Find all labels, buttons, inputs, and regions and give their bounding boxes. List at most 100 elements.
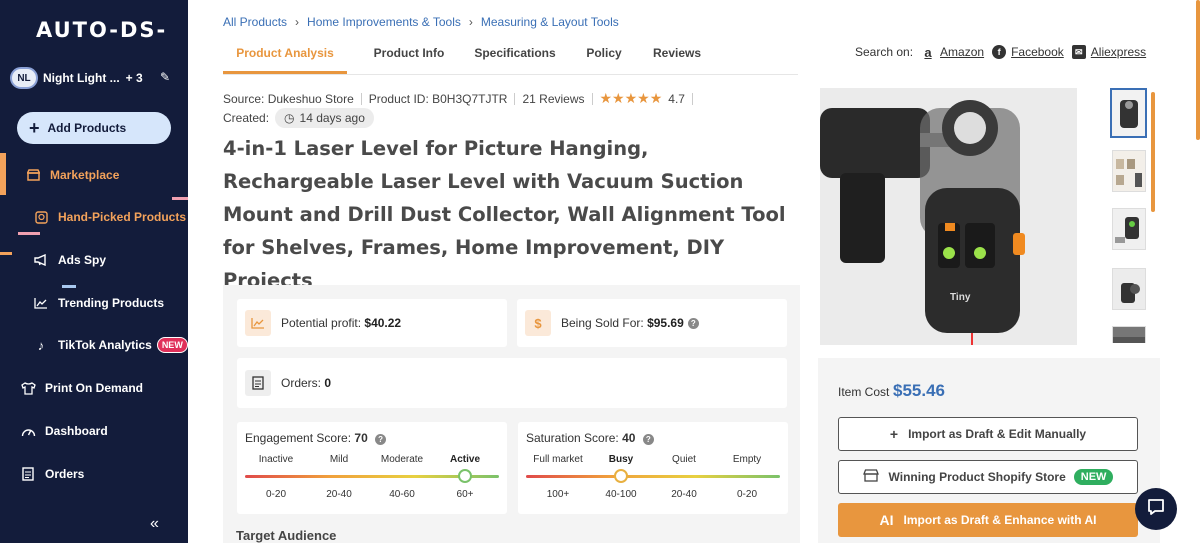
sidebar-item-label: Print On Demand [45,381,144,395]
product-main-image[interactable]: Tiny [820,88,1077,345]
sidebar-item-label: Ads Spy [58,253,107,267]
tab-policy[interactable]: Policy [559,44,649,74]
chat-icon [1146,497,1166,522]
help-icon[interactable]: ? [687,317,699,329]
star-rating-icon: ★★★★★ [599,90,663,106]
sidebar-item-label: Trending Products [58,296,165,310]
product-meta: Source: Dukeshuo Store Product ID: B0H3Q… [223,90,700,107]
engagement-title-label: Engagement Score: [245,431,352,445]
sold-value: $95.69 [647,316,684,330]
aliexpress-link[interactable]: ✉ Aliexpress [1071,45,1146,59]
sidebar-item-label: Marketplace [50,168,120,182]
saturation-bar [526,475,780,478]
tab-product-info[interactable]: Product Info [347,44,471,74]
receipt-icon [245,370,271,396]
sidebar-item-ads-spy[interactable]: Ads Spy [0,245,188,275]
new-badge: NEW [1073,469,1114,485]
gauge-icon [19,425,37,437]
product-id: Product ID: B0H3Q7TJTR [368,91,508,106]
saturation-range: 100+ [546,489,570,500]
enhance-ai-label: Import as Draft & Enhance with AI [903,513,1097,527]
amazon-icon: a [924,44,932,60]
add-products-button[interactable]: + Add Products [17,112,171,144]
saturation-range: 0-20 [736,489,758,500]
created-value: 14 days ago [299,111,365,125]
megaphone-icon [32,254,50,266]
store-count: + 3 [125,71,143,85]
target-audience-heading: Target Audience [236,528,337,543]
engagement-title: Engagement Score: 70 ? [245,431,387,445]
shopify-store-button[interactable]: Winning Product Shopify Store NEW [838,460,1138,494]
engagement-range: 0-20 [265,489,287,500]
tab-product-analysis[interactable]: Product Analysis [223,44,347,74]
enhance-ai-button[interactable]: AI Import as Draft & Enhance with AI [838,503,1138,537]
chart-icon [245,310,271,336]
engagement-level-label: Mild [329,454,349,465]
sidebar-item-label: Orders [45,467,85,481]
saturation-level-label: Quiet [672,454,696,465]
import-draft-label: Import as Draft & Edit Manually [908,427,1087,441]
created-row: Created: ◷ 14 days ago [223,108,374,128]
thumbnail[interactable] [1112,208,1146,250]
aliexpress-icon: ✉ [1071,45,1086,59]
sidebar-item-tiktok[interactable]: ♪ TikTok Analytics NEW [0,330,188,360]
breadcrumb-item[interactable]: Home Improvements & Tools [307,15,461,29]
tab-specifications[interactable]: Specifications [471,44,559,74]
created-label: Created: [223,111,270,125]
saturation-range: 20-40 [671,489,697,500]
rating-value: 4.7 [668,91,685,106]
help-icon[interactable]: ? [375,434,387,445]
chevron-right-icon: › [468,15,473,29]
orders-icon [19,467,37,481]
image-thumbnails [1110,88,1150,343]
decoration [172,197,188,200]
divider [514,92,516,105]
sidebar-item-trending[interactable]: Trending Products [0,288,188,318]
facebook-icon: f [992,45,1007,59]
sidebar-item-print-on-demand[interactable]: Print On Demand [0,373,188,403]
amazon-link[interactable]: a Amazon [921,44,985,60]
facebook-link[interactable]: f Facebook [992,45,1064,59]
chevron-right-icon: › [295,15,300,29]
amazon-label: Amazon [940,45,985,59]
badge-icon [32,210,50,224]
edit-icon[interactable]: ✎ [160,70,170,84]
page-scrollbar[interactable] [1196,0,1200,140]
divider [591,92,593,105]
item-cost-label: Item Cost [838,385,890,399]
thumbnail[interactable] [1112,150,1146,192]
sidebar-item-marketplace[interactable]: Marketplace [0,160,188,190]
shirt-icon [19,381,37,395]
thumbnail[interactable] [1112,326,1146,343]
sidebar-item-label: TikTok Analytics [58,338,152,352]
decoration [18,232,40,235]
breadcrumb-item[interactable]: All Products [223,15,287,29]
saturation-score-card: Saturation Score: 40 ? Full market Busy … [518,422,788,514]
orders-card: Orders: 0 [237,358,787,408]
review-count[interactable]: 21 Reviews [522,92,584,106]
thumbnail[interactable] [1110,88,1147,138]
engagement-range: 40-60 [389,489,415,500]
breadcrumb-item[interactable]: Measuring & Layout Tools [481,15,619,29]
chat-button[interactable] [1135,488,1177,530]
help-icon[interactable]: ? [642,434,654,445]
thumbnail-scrollbar[interactable] [1151,92,1155,212]
created-badge: ◷ 14 days ago [275,108,374,128]
store-selector[interactable]: NL Night Light ... + 3 ✎ [10,66,180,90]
search-on: Search on: a Amazon f Facebook ✉ Aliexpress [855,44,1146,60]
sidebar-item-orders[interactable]: Orders [0,459,188,489]
plus-icon: + [29,117,40,138]
thumbnail[interactable] [1112,268,1146,310]
add-products-label: Add Products [47,121,127,135]
sidebar: AUTO-DS- NL Night Light ... + 3 ✎ + Add … [0,0,188,543]
sidebar-item-dashboard[interactable]: Dashboard [0,416,188,446]
saturation-range: 40-100 [605,489,637,500]
tab-bar: Product Analysis Product Info Specificat… [223,44,705,74]
saturation-level-label: Busy [608,454,634,465]
import-draft-button[interactable]: + Import as Draft & Edit Manually [838,417,1138,451]
shopify-store-label: Winning Product Shopify Store [888,470,1066,484]
tab-reviews[interactable]: Reviews [649,44,705,74]
sidebar-item-hand-picked[interactable]: Hand-Picked Products [0,202,188,232]
app-logo[interactable]: AUTO-DS- [36,18,167,42]
collapse-sidebar-button[interactable]: « [150,515,159,533]
